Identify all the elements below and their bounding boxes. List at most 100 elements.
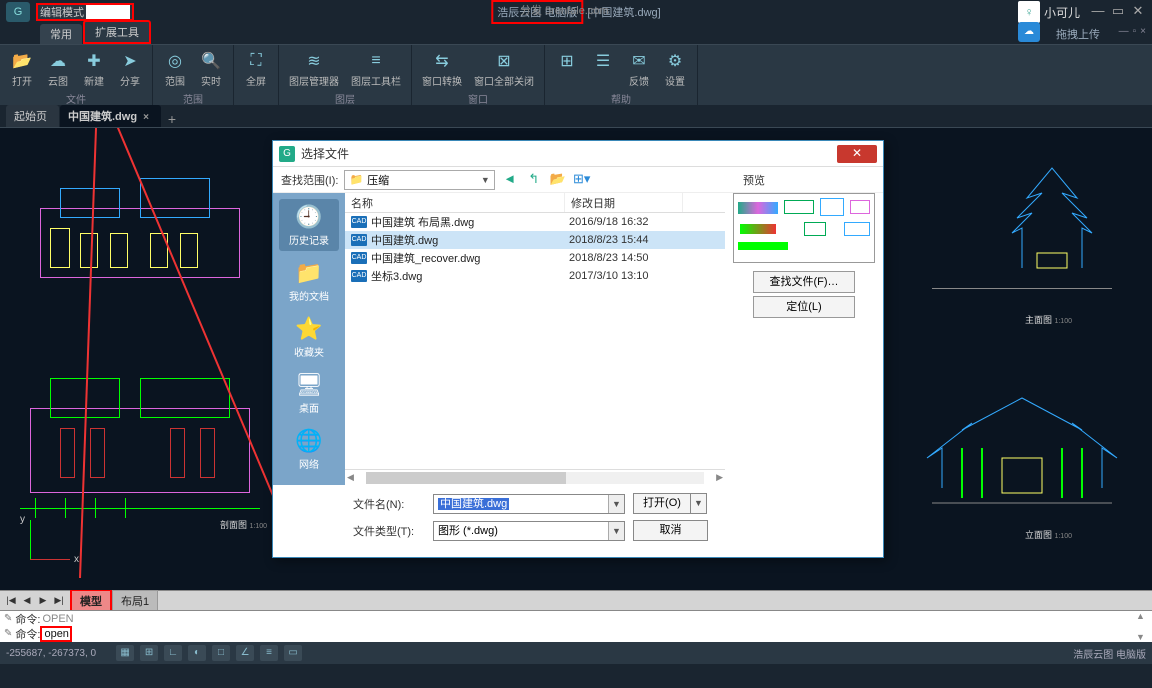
ribbon-tab-common[interactable]: 常用 bbox=[40, 24, 82, 44]
realtime-button[interactable]: 🔍实时 bbox=[193, 47, 229, 90]
grid-toggle[interactable]: ⊞ bbox=[140, 645, 158, 661]
dialog-close-button[interactable]: ✕ bbox=[837, 145, 877, 163]
ribbon: 📂打开 ☁云图 ✚新建 ➤分享 文件 ◎范围 🔍实时 范围 ⛶全屏 ≋图层管理器… bbox=[0, 44, 1152, 106]
polar-toggle[interactable]: ◐ bbox=[188, 645, 206, 661]
layout-next-button[interactable]: ▶ bbox=[36, 595, 50, 606]
layout1-tab[interactable]: 布局1 bbox=[112, 590, 158, 612]
window-switch-button[interactable]: ⇆窗口转换 bbox=[416, 47, 468, 90]
model-tab[interactable]: 模型 bbox=[70, 589, 112, 613]
file-row[interactable]: CAD中国建筑_recover.dwg2018/8/23 14:50 bbox=[345, 249, 725, 267]
folder-open-icon: 📂 bbox=[10, 49, 34, 73]
column-date[interactable]: 修改日期 bbox=[565, 193, 683, 212]
window-switch-icon: ⇆ bbox=[430, 49, 454, 73]
locate-button[interactable]: 定位(L) bbox=[753, 296, 855, 318]
globe-icon: 🌐 bbox=[295, 428, 322, 454]
column-name[interactable]: 名称 bbox=[345, 193, 565, 212]
places-favorites[interactable]: ⭐收藏夹 bbox=[279, 311, 339, 363]
history-icon: 🕘 bbox=[295, 204, 322, 230]
ortho-toggle[interactable]: ∟ bbox=[164, 645, 182, 661]
options-button[interactable]: ☰ bbox=[585, 47, 621, 90]
group-window-label: 窗口 bbox=[412, 90, 544, 108]
cancel-button[interactable]: 取消 bbox=[633, 520, 708, 541]
command-prefix: 命令: bbox=[15, 611, 40, 627]
window-closeall-button[interactable]: ⊠窗口全部关闭 bbox=[468, 47, 540, 90]
app-title: 浩辰云图 电脑版 bbox=[497, 7, 577, 19]
window-closeall-icon: ⊠ bbox=[492, 49, 516, 73]
file-row[interactable]: CAD中国建筑 布局黑.dwg2016/9/18 16:32 bbox=[345, 213, 725, 231]
command-input[interactable]: open bbox=[44, 628, 68, 640]
new-button[interactable]: ✚新建 bbox=[76, 47, 112, 90]
new-folder-button[interactable]: 📂 bbox=[549, 171, 567, 189]
places-mydocs[interactable]: 📁我的文档 bbox=[279, 255, 339, 307]
tile-button[interactable]: ⊞ bbox=[549, 47, 585, 90]
filename-input[interactable]: 中国建筑.dwg ▼ bbox=[433, 494, 625, 514]
settings-button[interactable]: ⚙设置 bbox=[657, 47, 693, 90]
places-sidebar: 🕘历史记录 📁我的文档 ⭐收藏夹 🖥桌面 🌐网络 bbox=[273, 193, 345, 485]
close-tab-icon[interactable]: × bbox=[143, 112, 149, 123]
fullscreen-button[interactable]: ⛶全屏 bbox=[238, 47, 274, 91]
start-page-tab[interactable]: 起始页 bbox=[6, 105, 59, 127]
add-tab-button[interactable]: + bbox=[162, 111, 182, 127]
minimize-button[interactable]: — bbox=[1088, 3, 1108, 21]
group-layer-label: 图层 bbox=[279, 90, 411, 108]
file-row[interactable]: CAD中国建筑.dwg2018/8/23 15:44 bbox=[345, 231, 725, 249]
cloud-button[interactable]: ☁云图 bbox=[40, 47, 76, 90]
extent-icon: ◎ bbox=[163, 49, 187, 73]
ribbon-tab-ext-tools[interactable]: 扩展工具 bbox=[83, 20, 151, 44]
edit-mode-field[interactable] bbox=[86, 5, 130, 19]
back-button[interactable]: ◄ bbox=[501, 171, 519, 189]
layer-manager-button[interactable]: ≋图层管理器 bbox=[283, 47, 345, 90]
layout-last-button[interactable]: ▶| bbox=[52, 595, 66, 606]
places-network[interactable]: 🌐网络 bbox=[279, 423, 339, 475]
maximize-button[interactable]: ▭ bbox=[1108, 3, 1128, 21]
horizontal-scrollbar[interactable]: ◀ ▶ bbox=[345, 469, 725, 485]
cad-file-icon: CAD bbox=[351, 252, 367, 264]
user-name: 小可儿 bbox=[1044, 4, 1080, 21]
chevron-down-icon[interactable]: ▼ bbox=[608, 522, 624, 540]
caption-elevation: 立面图 1:100 bbox=[1025, 528, 1072, 541]
filetype-combo[interactable]: 图形 (*.dwg) ▼ bbox=[433, 521, 625, 541]
open-button[interactable]: 📂打开 bbox=[4, 47, 40, 90]
open-dropdown-button[interactable]: ▼ bbox=[691, 493, 707, 514]
doc-title: [中国建筑.dwg] bbox=[587, 4, 660, 20]
layout-first-button[interactable]: |◀ bbox=[4, 595, 18, 606]
command-history: OPEN bbox=[42, 613, 73, 625]
extent-button[interactable]: ◎范围 bbox=[157, 47, 193, 90]
up-button[interactable]: ↰ bbox=[525, 171, 543, 189]
snap-toggle[interactable]: ▦ bbox=[116, 645, 134, 661]
command-scrollbar[interactable]: ▲▼ bbox=[1136, 611, 1150, 642]
chevron-down-icon[interactable]: ▼ bbox=[608, 495, 624, 513]
model-toggle[interactable]: ▭ bbox=[284, 645, 302, 661]
osnap-toggle[interactable]: □ bbox=[212, 645, 230, 661]
feedback-button[interactable]: ✉反馈 bbox=[621, 47, 657, 90]
layer-toolbar-button[interactable]: ≡图层工具栏 bbox=[345, 47, 407, 90]
command-area: ✎ 命令: OPEN ✎ 命令: open ▲▼ bbox=[0, 610, 1152, 642]
cad-file-icon: CAD bbox=[351, 270, 367, 282]
open-file-button[interactable]: 打开(O) bbox=[633, 493, 691, 514]
fullscreen-icon: ⛶ bbox=[244, 49, 268, 73]
folder-icon: 📁 bbox=[349, 173, 363, 186]
find-file-button[interactable]: 查找文件(F)… bbox=[753, 271, 855, 293]
child-minimize-button[interactable]: — bbox=[1119, 26, 1129, 37]
file-list: 名称 修改日期 CAD中国建筑 布局黑.dwg2016/9/18 16:32 C… bbox=[345, 193, 725, 485]
layout-prev-button[interactable]: ◀ bbox=[20, 595, 34, 606]
places-history[interactable]: 🕘历史记录 bbox=[279, 199, 339, 251]
folder-combo[interactable]: 📁 压缩 ▼ bbox=[344, 170, 494, 190]
child-restore-button[interactable]: ▫ bbox=[1133, 26, 1137, 37]
document-tab[interactable]: 中国建筑.dwg× bbox=[60, 105, 161, 127]
star-icon: ⭐ bbox=[295, 316, 322, 342]
otrack-toggle[interactable]: ∠ bbox=[236, 645, 254, 661]
view-button[interactable]: ⊞▾ bbox=[573, 171, 591, 189]
user-avatar[interactable]: ♀ bbox=[1018, 1, 1040, 23]
preview-label: 预览 bbox=[743, 172, 765, 188]
places-desktop[interactable]: 🖥桌面 bbox=[279, 367, 339, 419]
cloud-icon[interactable]: ☁ bbox=[1018, 22, 1040, 42]
file-row[interactable]: CAD坐标3.dwg2017/3/10 13:10 bbox=[345, 267, 725, 285]
edit-mode-combo[interactable]: 编辑模式 bbox=[36, 3, 134, 21]
share-button[interactable]: ➤分享 bbox=[112, 47, 148, 90]
close-button[interactable]: ✕ bbox=[1128, 3, 1148, 21]
child-close-button[interactable]: × bbox=[1140, 26, 1146, 37]
dialog-titlebar[interactable]: G 选择文件 ✕ bbox=[273, 141, 883, 167]
lineweight-toggle[interactable]: ≡ bbox=[260, 645, 278, 661]
layer-toolbar-icon: ≡ bbox=[364, 49, 388, 73]
